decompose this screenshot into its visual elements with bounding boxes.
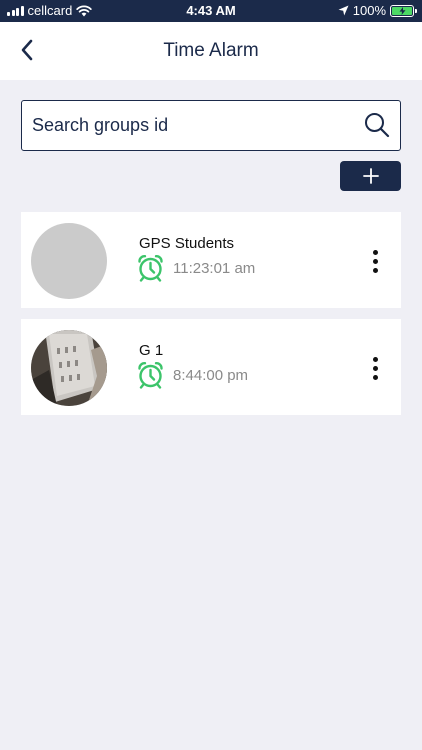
search-box — [21, 100, 401, 151]
status-bar: cellcard 4:43 AM 100% — [0, 0, 422, 22]
battery-icon — [390, 4, 417, 17]
battery-percent: 100% — [352, 3, 386, 18]
plus-icon — [362, 168, 379, 184]
location-arrow-icon — [338, 5, 349, 16]
alarm-time: 11:23:01 am — [173, 259, 256, 277]
alarm-row: 11:23:01 am — [137, 254, 255, 282]
search-input[interactable] — [32, 101, 352, 149]
group-name: G 1 — [139, 342, 164, 359]
group-photo-image — [31, 330, 107, 406]
search-button[interactable] — [364, 112, 390, 138]
page-title: Time Alarm — [163, 40, 259, 61]
alarm-clock-icon — [138, 362, 163, 389]
more-vertical-icon — [372, 249, 378, 255]
add-group-button[interactable] — [340, 161, 401, 191]
group-card[interactable]: GPS Students 11:23:01 am — [21, 212, 401, 308]
alarm-row: 8:44:00 pm — [137, 361, 248, 389]
more-options-button[interactable] — [363, 246, 387, 276]
group-card[interactable]: G 1 8:44:00 pm — [21, 319, 401, 415]
status-right: 100% — [338, 3, 417, 18]
search-icon — [365, 113, 390, 138]
more-vertical-icon — [372, 356, 378, 362]
group-name: GPS Students — [139, 235, 235, 252]
more-options-button[interactable] — [363, 353, 387, 383]
avatar-photo — [31, 330, 107, 406]
charging-bolt-icon — [399, 6, 405, 15]
alarm-clock-icon — [138, 255, 163, 282]
nav-bar: Time Alarm — [0, 22, 422, 80]
avatar — [31, 223, 107, 299]
alarm-time: 8:44:00 pm — [173, 366, 249, 384]
